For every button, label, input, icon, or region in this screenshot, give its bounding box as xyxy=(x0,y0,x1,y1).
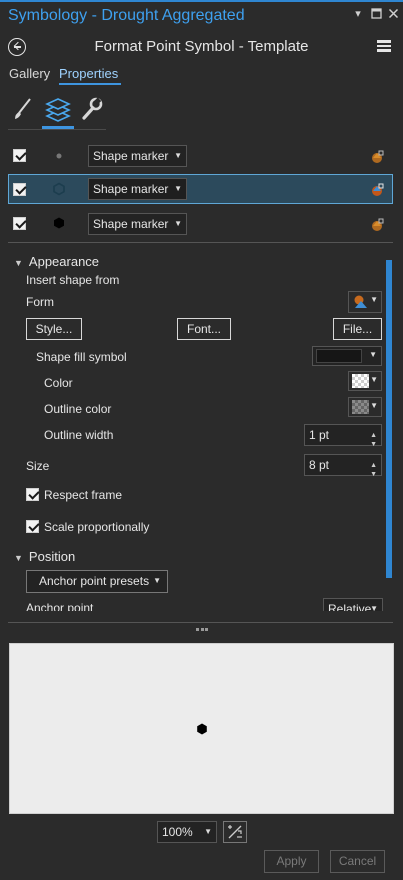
cancel-button[interactable]: Cancel xyxy=(330,850,385,873)
clipped-row: Anchor point Relative ▼ xyxy=(8,598,383,611)
hexagon-symbol-preview xyxy=(197,723,207,735)
scale-proportionally-label: Scale proportionally xyxy=(44,520,150,534)
color-label: Color xyxy=(44,376,73,390)
outline-color-swatch xyxy=(352,400,369,414)
marker-type-dropdown[interactable]: Shape marker ▼ xyxy=(88,145,187,167)
hexagon-filled-icon xyxy=(52,216,66,233)
layer-row[interactable]: Shape marker ▼ xyxy=(8,141,393,171)
respect-frame-checkbox[interactable] xyxy=(26,488,39,501)
apply-button[interactable]: Apply xyxy=(264,850,319,873)
tab-gallery[interactable]: Gallery xyxy=(9,66,50,81)
insert-shape-from-label: Insert shape from xyxy=(26,273,120,287)
layer-visible-checkbox[interactable] xyxy=(13,149,26,162)
symbol-layer-lock-icon[interactable] xyxy=(368,180,386,201)
size-label: Size xyxy=(26,459,50,473)
anchor-point-presets-dropdown[interactable]: Anchor point presets ▼ xyxy=(26,570,168,593)
color-swatch xyxy=(352,374,369,388)
divider xyxy=(8,242,393,243)
layer-visible-checkbox[interactable] xyxy=(13,217,26,230)
form-shape-picker[interactable]: ▼ xyxy=(348,291,382,313)
zoom-dropdown[interactable]: 100% ▼ xyxy=(157,821,217,843)
close-icon[interactable] xyxy=(387,8,399,20)
scale-proportionally-checkbox[interactable] xyxy=(26,520,39,533)
scrollbar-thumb[interactable] xyxy=(386,260,392,578)
divider xyxy=(8,129,106,130)
dropdown-arrow-icon[interactable]: ▾ xyxy=(352,8,364,20)
point-symbol-preview-icon xyxy=(52,149,66,166)
layer-visible-checkbox[interactable] xyxy=(13,183,26,196)
paintbrush-icon[interactable] xyxy=(10,96,40,124)
wrench-icon[interactable] xyxy=(78,96,108,124)
respect-frame-label: Respect frame xyxy=(44,488,123,502)
tab-properties[interactable]: Properties xyxy=(59,66,118,81)
pane-title: Format Point Symbol - Template xyxy=(94,38,309,55)
symbol-preview xyxy=(9,643,394,814)
restore-icon[interactable] xyxy=(370,8,382,20)
layer-row[interactable]: Shape marker ▼ xyxy=(8,174,393,204)
style-button[interactable]: Style... xyxy=(26,318,82,340)
active-tab-indicator xyxy=(59,83,121,85)
appearance-section-header[interactable]: ▼ Appearance xyxy=(14,254,99,269)
anchor-point-label: Anchor point xyxy=(26,601,94,611)
form-label: Form xyxy=(26,295,54,309)
outline-color-picker[interactable]: ▼ xyxy=(348,397,382,417)
layers-icon[interactable] xyxy=(44,96,74,124)
file-button[interactable]: File... xyxy=(333,318,382,340)
symbol-layer-lock-icon[interactable] xyxy=(368,215,386,236)
marker-type-dropdown[interactable]: Shape marker ▼ xyxy=(88,213,187,235)
zoom-to-fit-icon[interactable] xyxy=(223,821,247,843)
hamburger-menu-icon[interactable] xyxy=(377,40,391,52)
window-title: Symbology - Drought Aggregated xyxy=(8,7,245,24)
outline-width-input[interactable]: 1 pt ▲ ▼ xyxy=(304,424,382,448)
outline-width-label: Outline width xyxy=(44,428,114,442)
fill-symbol-swatch xyxy=(316,349,362,363)
position-section-header[interactable]: ▼ Position xyxy=(14,549,75,564)
shape-fill-symbol-picker[interactable]: ▼ xyxy=(312,346,382,366)
size-input[interactable]: 8 pt ▲ ▼ xyxy=(304,454,382,478)
color-picker[interactable]: ▼ xyxy=(348,371,382,391)
hexagon-outline-icon xyxy=(52,182,66,199)
font-button[interactable]: Font... xyxy=(177,318,231,340)
shape-fill-symbol-label: Shape fill symbol xyxy=(36,350,127,364)
layer-row[interactable]: Shape marker ▼ xyxy=(8,209,393,239)
outline-color-label: Outline color xyxy=(44,402,112,416)
marker-type-dropdown[interactable]: Shape marker ▼ xyxy=(88,178,187,200)
anchor-point-dropdown[interactable]: Relative ▼ xyxy=(323,598,383,611)
splitter-grip-icon[interactable] xyxy=(196,620,210,631)
symbol-layer-lock-icon[interactable] xyxy=(368,147,386,168)
